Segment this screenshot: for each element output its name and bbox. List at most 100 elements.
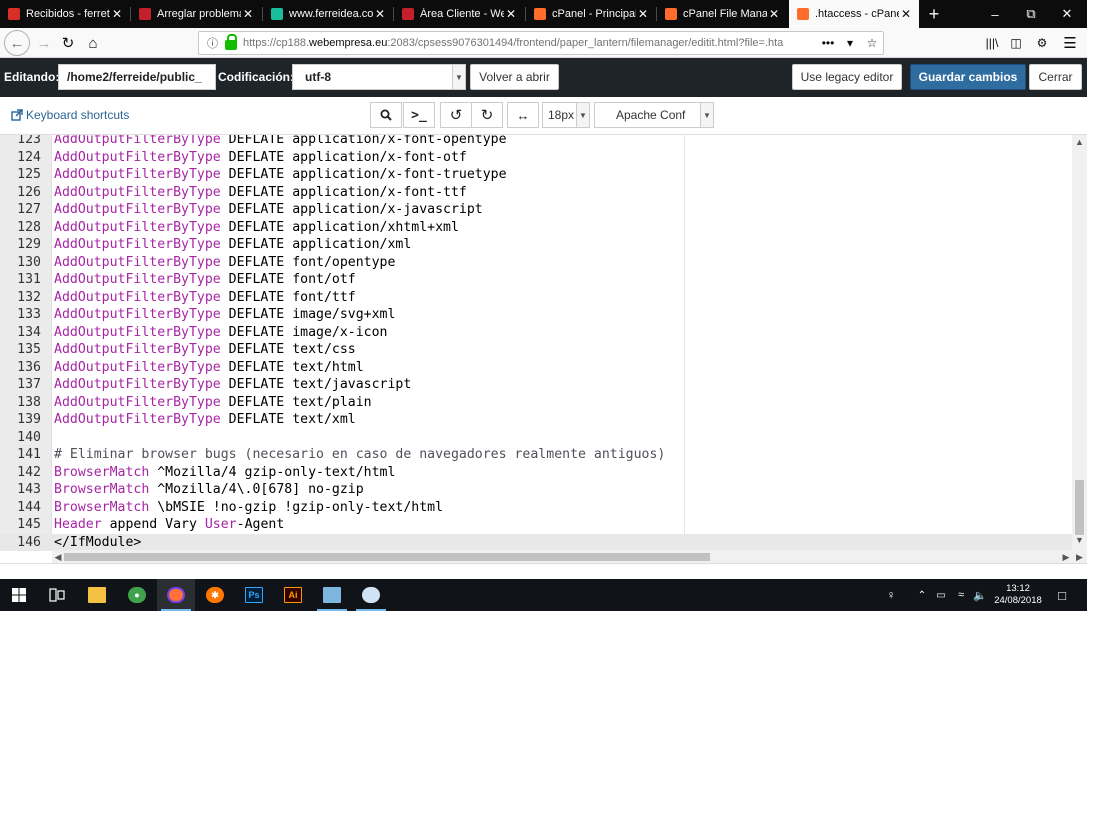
system-clock[interactable]: 13:12 24/08/2018 [992,583,1044,607]
volume-icon[interactable]: 🔈 [970,579,990,611]
forward-arrow-icon[interactable]: → [32,32,56,54]
browser-tab[interactable]: cPanel - Principal ✕ [526,0,656,28]
font-size-select[interactable]: 18px ▼ [542,102,590,128]
browser-tab[interactable]: Arreglar problemas✕ [131,0,261,28]
wrap-toggle-icon[interactable]: ↔ [507,102,539,128]
search-icon[interactable] [370,102,402,128]
info-icon[interactable]: ⓘ [207,35,221,51]
browser-tab[interactable]: .htaccess - cPanel F✕ [789,0,919,28]
close-window-icon[interactable]: ✕ [1050,0,1084,28]
browser-tab[interactable]: Recibidos - ferreten✕ [0,0,130,28]
mode-select[interactable]: Apache Conf ▼ [594,102,714,128]
code-line[interactable]: 144 BrowserMatch \bMSIE !no-gzip !gzip-on… [0,499,1072,517]
close-tab-icon[interactable]: ✕ [504,7,518,21]
legacy-editor-button[interactable]: Use legacy editor [792,64,902,90]
tab-title: cPanel - Principal [552,8,636,20]
url-bar[interactable]: ⓘ https://cp188.webempresa.eu:2083/cpses… [198,31,884,55]
browser-tab[interactable]: www.ferreidea.com✕ [263,0,393,28]
close-button[interactable]: Cerrar [1029,64,1082,90]
scroll-right-icon[interactable]: ▶ [1060,550,1072,563]
code-line[interactable]: 126 AddOutputFilterByType DEFLATE applica… [0,184,1072,202]
home-icon[interactable]: ⌂ [81,32,105,54]
code-line[interactable]: 133 AddOutputFilterByType DEFLATE image/s… [0,306,1072,324]
scroll-right-icon[interactable]: ▶ [1072,550,1087,563]
directive-token: AddOutputFilterByType [54,359,221,375]
code-line[interactable]: 140 [0,429,1072,447]
scroll-up-icon[interactable]: ▲ [1072,137,1087,151]
reopen-button[interactable]: Volver a abrir [470,64,559,90]
pocket-icon[interactable]: ▾ [839,36,861,50]
code-line[interactable]: 127 AddOutputFilterByType DEFLATE applica… [0,201,1072,219]
extension-badge-icon[interactable]: ⚙ [1030,32,1054,54]
code-line[interactable]: 145 Header append Vary User-Agent [0,516,1072,534]
tab-title: cPanel File Manage [683,8,767,20]
code-line[interactable]: 131 AddOutputFilterByType DEFLATE font/ot… [0,271,1072,289]
code-line[interactable]: 137 AddOutputFilterByType DEFLATE text/ja… [0,376,1072,394]
code-editor[interactable]: 123 AddOutputFilterByType DEFLATE applica… [0,134,1087,564]
browser-tab[interactable]: Área Cliente - Webe✕ [394,0,524,28]
code-line[interactable]: 132 AddOutputFilterByType DEFLATE font/tt… [0,289,1072,307]
task-view-icon[interactable] [38,579,76,611]
redo-icon[interactable]: ↻ [471,102,503,128]
save-changes-button[interactable]: Guardar cambios [910,64,1026,90]
restore-window-icon[interactable]: ⧉ [1014,0,1048,28]
minimize-icon[interactable]: – [978,0,1012,28]
terminal-goto-icon[interactable]: >_ [403,102,435,128]
wifi-icon[interactable]: ≈ [952,579,970,611]
keyboard-shortcuts-link[interactable]: Keyboard shortcuts [11,108,129,122]
encoding-select[interactable]: utf-8 ▼ [292,64,466,90]
illustrator-icon[interactable]: Ai [274,579,312,611]
code-line[interactable]: 135 AddOutputFilterByType DEFLATE text/cs… [0,341,1072,359]
code-line[interactable]: 142 BrowserMatch ^Mozilla/4 gzip-only-tex… [0,464,1072,482]
photoshop-icon[interactable]: Ps [235,579,273,611]
scroll-left-icon[interactable]: ◀ [52,550,64,563]
scroll-down-icon[interactable]: ▼ [1072,535,1087,549]
notifications-icon[interactable]: □ [1046,579,1078,611]
close-tab-icon[interactable]: ✕ [110,7,124,21]
close-tab-icon[interactable]: ✕ [373,7,387,21]
firefox-icon[interactable] [157,579,195,611]
close-tab-icon[interactable]: ✕ [636,7,650,21]
code-line[interactable]: 143 BrowserMatch ^Mozilla/4\.0[678] no-gz… [0,481,1072,499]
code-line[interactable]: 130 AddOutputFilterByType DEFLATE font/op… [0,254,1072,272]
code-line[interactable]: 146 </IfModule> [0,533,1072,551]
reload-icon[interactable]: ↻ [56,32,80,54]
people-icon[interactable]: ♀ [876,579,906,611]
new-tab-button[interactable]: + [917,0,951,28]
close-tab-icon[interactable]: ✕ [767,7,781,21]
code-line[interactable]: 123 AddOutputFilterByType DEFLATE applica… [0,135,1072,149]
bookmark-star-icon[interactable]: ☆ [861,36,883,50]
code-line[interactable]: 128 AddOutputFilterByType DEFLATE applica… [0,219,1072,237]
notepad-app-icon[interactable] [313,579,351,611]
vertical-scrollbar[interactable]: ▲ ▼ [1072,135,1087,550]
tab-separator [393,7,394,21]
windows-start-icon[interactable] [0,579,38,611]
library-icon[interactable]: |||\ [980,32,1004,54]
page-actions-icon[interactable]: ••• [817,36,839,50]
file-path-field[interactable]: /home2/ferreide/public_ [58,64,216,90]
vertical-scroll-thumb[interactable] [1075,480,1084,535]
code-line[interactable]: 136 AddOutputFilterByType DEFLATE text/ht… [0,359,1072,377]
code-line[interactable]: 141 # Eliminar browser bugs (necesario en… [0,446,1072,464]
undo-icon[interactable]: ↺ [440,102,472,128]
chevron-up-icon[interactable]: ⌃ [910,579,934,611]
code-line[interactable]: 138 AddOutputFilterByType DEFLATE text/pl… [0,394,1072,412]
battery-icon[interactable]: ▭ [932,579,950,611]
code-line[interactable]: 139 AddOutputFilterByType DEFLATE text/xm… [0,411,1072,429]
globe-app-icon[interactable]: ● [118,579,156,611]
sidebar-icon[interactable]: ◫ [1004,32,1028,54]
file-explorer-icon[interactable] [78,579,116,611]
horizontal-scrollbar[interactable]: ◀ ▶ [52,550,1072,563]
code-line[interactable]: 125 AddOutputFilterByType DEFLATE applica… [0,166,1072,184]
code-line[interactable]: 134 AddOutputFilterByType DEFLATE image/x… [0,324,1072,342]
menu-icon[interactable]: ☰ [1058,32,1082,54]
back-arrow-icon[interactable]: ← [4,30,30,56]
horizontal-scroll-thumb[interactable] [64,553,710,561]
browser-tab[interactable]: cPanel File Manage✕ [657,0,787,28]
close-tab-icon[interactable]: ✕ [241,7,255,21]
close-tab-icon[interactable]: ✕ [899,7,913,21]
code-line[interactable]: 124 AddOutputFilterByType DEFLATE applica… [0,149,1072,167]
code-line[interactable]: 129 AddOutputFilterByType DEFLATE applica… [0,236,1072,254]
paint-app-icon[interactable] [352,579,390,611]
avast-icon[interactable]: ✱ [196,579,234,611]
